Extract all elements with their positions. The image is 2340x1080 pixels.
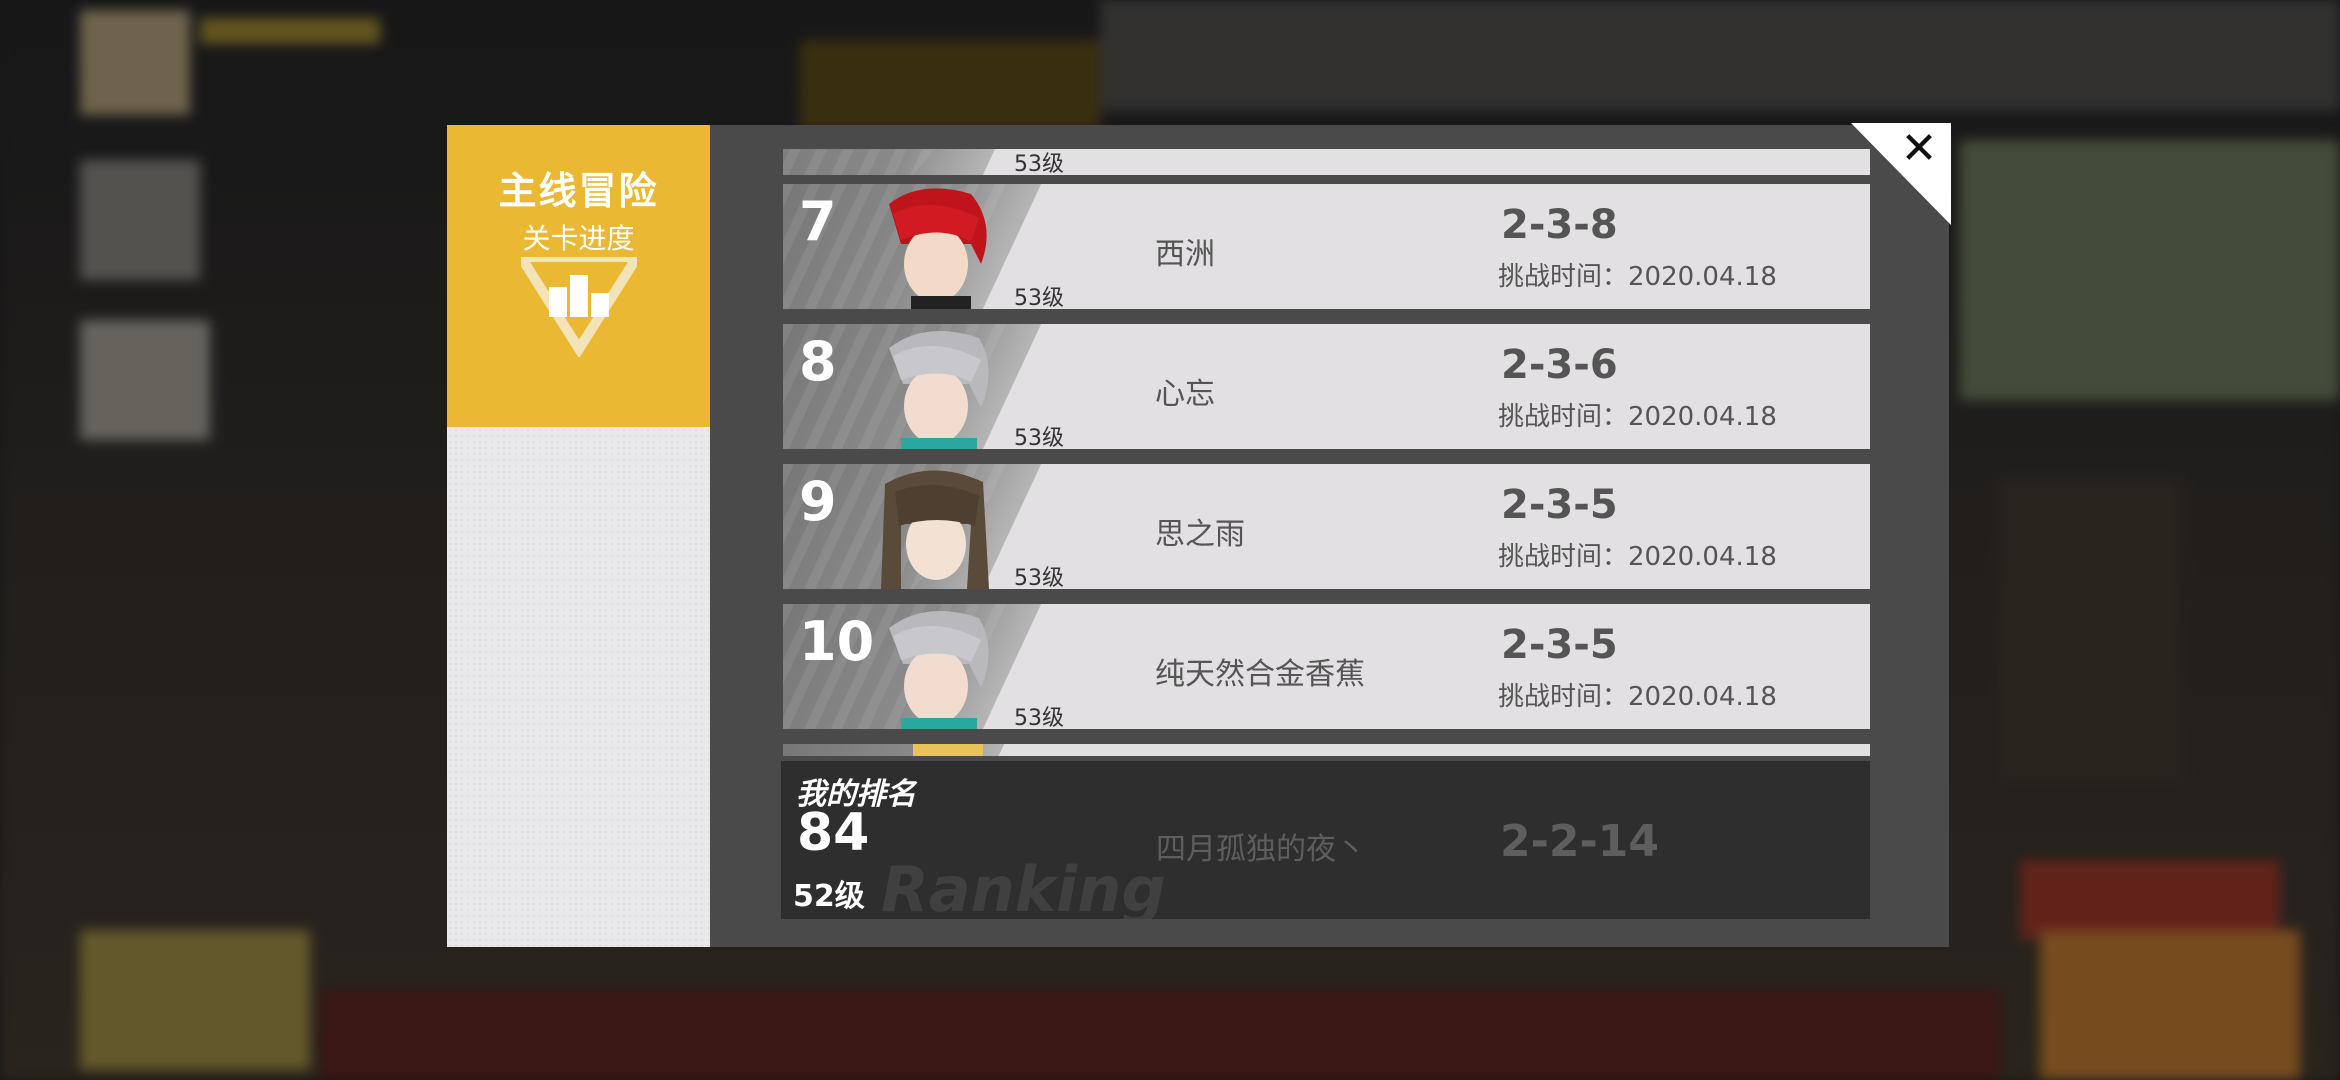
ranking-chart-icon: [521, 257, 637, 357]
my-rank-bar: Ranking 我的排名 84 52级 四月孤独的夜丶 2-2-14: [781, 761, 1870, 919]
rank-number: 10: [799, 610, 875, 673]
challenge-time: 挑战时间：2020.04.18: [1498, 682, 1777, 712]
stage-progress: 2-3-8: [1501, 202, 1618, 248]
tab-subtitle: 关卡进度: [522, 222, 635, 255]
sidebar-pattern: [447, 427, 710, 947]
ranking-row[interactable]: 10 53级 纯天然合金香蕉 2-3-5 挑战时间：2020.04.18: [783, 604, 1870, 729]
ranking-panel: 主线冒险 关卡进度 53级 7 53级 西洲 2-3-8 挑战时间：2020.0…: [447, 123, 1951, 947]
player-avatar: [889, 330, 989, 449]
stage-progress: 2-3-5: [1501, 622, 1618, 668]
my-level: 52级: [793, 879, 865, 914]
player-avatar: [881, 470, 989, 589]
player-name: 西洲: [1155, 237, 1215, 272]
main-adventure-tab[interactable]: 主线冒险 关卡进度: [447, 125, 710, 427]
player-avatar: [889, 610, 989, 729]
ranking-row-partial-top: 53级: [783, 149, 1870, 175]
player-name: 纯天然合金香蕉: [1155, 657, 1365, 692]
player-level: 53级: [1014, 286, 1064, 309]
challenge-time: 挑战时间：2020.04.18: [1498, 542, 1777, 572]
player-level: 53级: [1014, 706, 1064, 729]
stage-progress: 2-3-5: [1501, 482, 1618, 528]
my-rank-number: 84: [797, 803, 870, 863]
player-avatar: [889, 188, 987, 309]
rank-number: 9: [799, 470, 837, 533]
tab-title: 主线冒险: [498, 169, 659, 213]
ranking-row[interactable]: 8 53级 心忘 2-3-6 挑战时间：2020.04.18: [783, 324, 1870, 449]
rank-number: 8: [799, 330, 837, 393]
rank-number: 7: [799, 190, 837, 253]
player-level: 53级: [1014, 426, 1064, 449]
stage-progress: 2-3-6: [1501, 342, 1618, 388]
player-level: 53级: [1014, 566, 1064, 589]
ranking-watermark: Ranking: [881, 853, 1166, 919]
ranking-row[interactable]: 9 53级 思之雨 2-3-5 挑战时间：2020.04.18: [783, 464, 1870, 589]
player-name: 思之雨: [1155, 517, 1245, 552]
close-button[interactable]: ✕: [1851, 123, 1951, 225]
ranking-row-partial-bottom: [783, 744, 1870, 756]
ranking-row[interactable]: 7 53级 西洲 2-3-8 挑战时间：2020.04.18: [783, 184, 1870, 309]
category-sidebar: 主线冒险 关卡进度: [447, 125, 710, 947]
challenge-time: 挑战时间：2020.04.18: [1498, 262, 1777, 292]
player-name: 心忘: [1155, 377, 1215, 412]
my-stage-progress: 2-2-14: [1500, 816, 1659, 867]
my-player-name: 四月孤独的夜丶: [1156, 832, 1366, 867]
challenge-time: 挑战时间：2020.04.18: [1498, 402, 1777, 432]
close-icon: ✕: [1901, 123, 1938, 174]
player-level: 53级: [1014, 152, 1064, 175]
